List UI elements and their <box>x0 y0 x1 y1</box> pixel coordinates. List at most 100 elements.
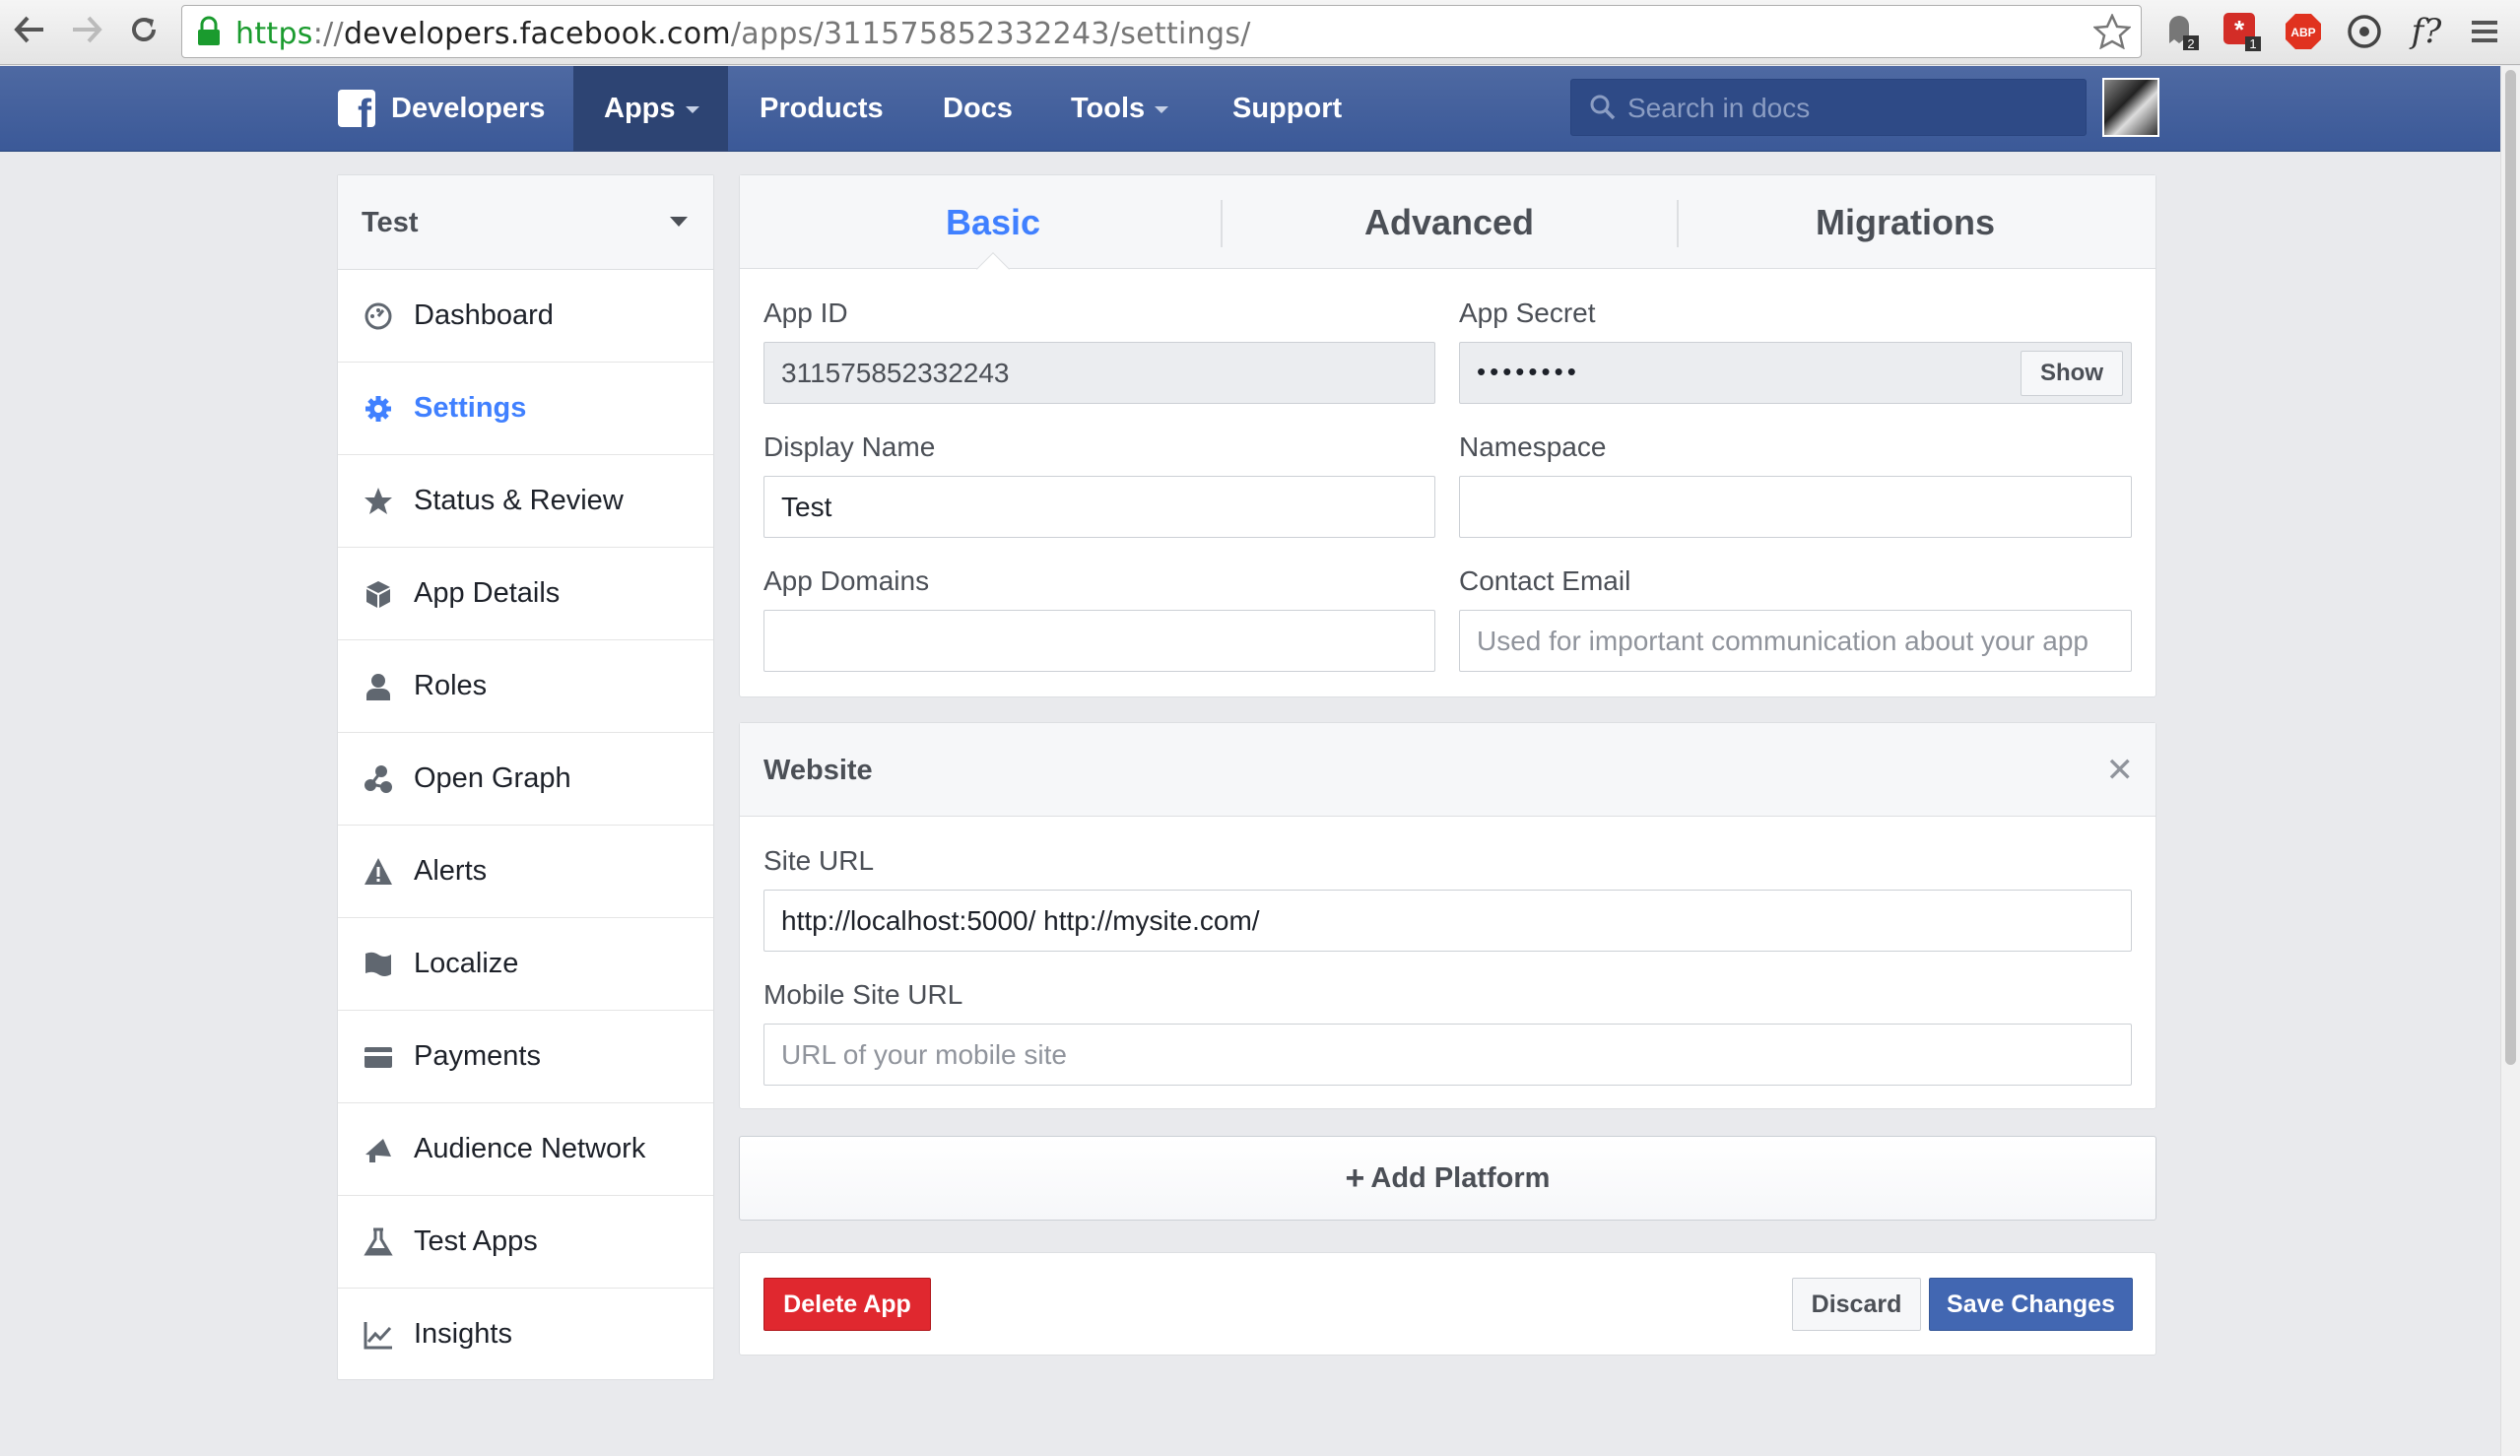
sidebar-item-dashboard[interactable]: Dashboard <box>338 270 713 363</box>
sidebar-item-test-apps[interactable]: Test Apps <box>338 1196 713 1289</box>
contact-email-field[interactable] <box>1459 610 2132 672</box>
credit-card-icon <box>363 1041 394 1073</box>
svg-text:ABP: ABP <box>2290 26 2315 39</box>
back-icon[interactable] <box>8 8 51 51</box>
star-icon <box>363 486 394 517</box>
sidebar-item-alerts[interactable]: Alerts <box>338 826 713 918</box>
mobile-site-url-field[interactable] <box>763 1024 2132 1086</box>
nav-docs[interactable]: Docs <box>943 93 1013 125</box>
warning-icon <box>363 856 394 888</box>
add-platform-button[interactable]: + Add Platform <box>739 1136 2156 1221</box>
site-url-field[interactable] <box>763 890 2132 952</box>
address-bar[interactable]: https://developers.facebook.com/apps/311… <box>181 5 2142 58</box>
fquery-extension-icon[interactable]: f? <box>2400 10 2453 53</box>
sidebar-item-insights[interactable]: Insights <box>338 1289 713 1381</box>
browser-toolbar: https://developers.facebook.com/apps/311… <box>0 0 2520 65</box>
graph-icon <box>363 763 394 795</box>
tab-basic[interactable]: Basic <box>740 202 1246 243</box>
app-domains-label: App Domains <box>763 565 930 596</box>
megaphone-icon <box>363 1134 394 1165</box>
nav-support[interactable]: Support <box>1232 93 1342 125</box>
nav-products[interactable]: Products <box>760 93 884 125</box>
namespace-label: Namespace <box>1459 431 1607 462</box>
save-changes-button[interactable]: Save Changes <box>1929 1278 2133 1331</box>
docs-search-input[interactable]: Search in docs <box>1570 79 2087 136</box>
display-name-field[interactable] <box>763 476 1435 538</box>
show-secret-button[interactable]: Show <box>2021 351 2123 396</box>
tab-advanced[interactable]: Advanced <box>1221 202 1678 243</box>
chrome-menu-icon[interactable] <box>2463 10 2506 53</box>
contact-email-label: Contact Email <box>1459 565 1631 596</box>
developers-home-link[interactable]: Developers <box>391 93 545 125</box>
active-tab-indicator <box>976 252 1010 286</box>
svg-text:1: 1 <box>2249 36 2256 51</box>
chevron-down-icon <box>670 217 688 227</box>
facebook-logo-icon[interactable]: f <box>338 90 375 127</box>
sidebar-item-app-details[interactable]: App Details <box>338 548 713 640</box>
sidebar-item-localize[interactable]: Localize <box>338 918 713 1011</box>
sidebar-item-settings[interactable]: Settings <box>338 363 713 455</box>
display-name-label: Display Name <box>763 431 936 462</box>
sidebar-item-status-review[interactable]: Status & Review <box>338 455 713 548</box>
website-title: Website <box>763 755 873 786</box>
bookmark-star-icon[interactable] <box>2091 12 2133 54</box>
close-icon[interactable]: ✕ <box>2106 751 2135 790</box>
add-platform-label: Add Platform <box>1370 1161 1551 1194</box>
app-id-field[interactable] <box>763 342 1435 404</box>
person-icon <box>363 671 394 702</box>
page-scrollbar[interactable] <box>2500 66 2520 1456</box>
discard-button[interactable]: Discard <box>1792 1278 1921 1331</box>
chevron-down-icon <box>685 105 699 113</box>
sidebar-item-label: App Details <box>414 577 561 609</box>
ghostery-extension-icon[interactable]: 2 <box>2159 10 2203 53</box>
plus-icon: + <box>1345 1158 1365 1197</box>
sidebar-item-label: Settings <box>414 392 527 424</box>
sidebar-item-label: Alerts <box>414 855 488 887</box>
app-domains-field[interactable] <box>763 610 1435 672</box>
sidebar-item-payments[interactable]: Payments <box>338 1011 713 1103</box>
sidebar-item-audience-network[interactable]: Audience Network <box>338 1103 713 1196</box>
nav-tools[interactable]: Tools <box>1071 93 1169 125</box>
delete-app-button[interactable]: Delete App <box>763 1278 931 1331</box>
sidebar-item-label: Status & Review <box>414 485 624 516</box>
website-platform-panel: Website ✕ Site URL Mobile Site URL <box>739 722 2156 1109</box>
lock-icon <box>196 16 222 52</box>
app-secret-value: •••••••• <box>1477 357 1580 386</box>
app-sidebar: Test Dashboard Settings Status & Review … <box>337 174 714 1380</box>
adblock-plus-icon[interactable]: ABP <box>2282 10 2325 53</box>
dashboard-icon <box>363 300 394 332</box>
reload-icon[interactable] <box>122 8 166 51</box>
sidebar-item-label: Roles <box>414 670 488 701</box>
scrollbar-thumb[interactable] <box>2505 70 2516 1065</box>
chevron-down-icon <box>1155 105 1169 113</box>
app-selector[interactable]: Test <box>338 175 713 270</box>
url-text: https://developers.facebook.com/apps/311… <box>235 17 1251 51</box>
sidebar-item-label: Dashboard <box>414 299 554 331</box>
tab-migrations[interactable]: Migrations <box>1677 202 2134 243</box>
lastpass-extension-icon[interactable]: * 1 <box>2221 10 2264 53</box>
app-secret-field[interactable]: •••••••• Show <box>1459 342 2132 404</box>
settings-tabs: Basic Advanced Migrations <box>740 175 2155 286</box>
app-id-label: App ID <box>763 298 848 328</box>
search-placeholder: Search in docs <box>1627 93 1811 123</box>
gear-icon <box>363 393 394 425</box>
app-secret-label: App Secret <box>1459 298 1596 328</box>
chart-icon <box>363 1319 394 1351</box>
sidebar-item-open-graph[interactable]: Open Graph <box>338 733 713 826</box>
target-extension-icon[interactable] <box>2343 10 2386 53</box>
action-footer: Delete App Discard Save Changes <box>739 1252 2156 1356</box>
user-avatar[interactable] <box>2102 78 2159 137</box>
namespace-field[interactable] <box>1459 476 2132 538</box>
search-icon <box>1589 94 1617 126</box>
sidebar-item-label: Payments <box>414 1040 541 1072</box>
sidebar-item-label: Audience Network <box>414 1133 646 1164</box>
nav-apps[interactable]: Apps <box>604 93 699 125</box>
forward-icon[interactable] <box>65 8 108 51</box>
site-url-label: Site URL <box>763 845 875 876</box>
sidebar-item-label: Localize <box>414 948 519 979</box>
sidebar-item-label: Test Apps <box>414 1225 538 1257</box>
sidebar-item-label: Open Graph <box>414 762 571 794</box>
sidebar-item-roles[interactable]: Roles <box>338 640 713 733</box>
svg-text:*: * <box>2234 15 2245 44</box>
cube-icon <box>363 578 394 610</box>
